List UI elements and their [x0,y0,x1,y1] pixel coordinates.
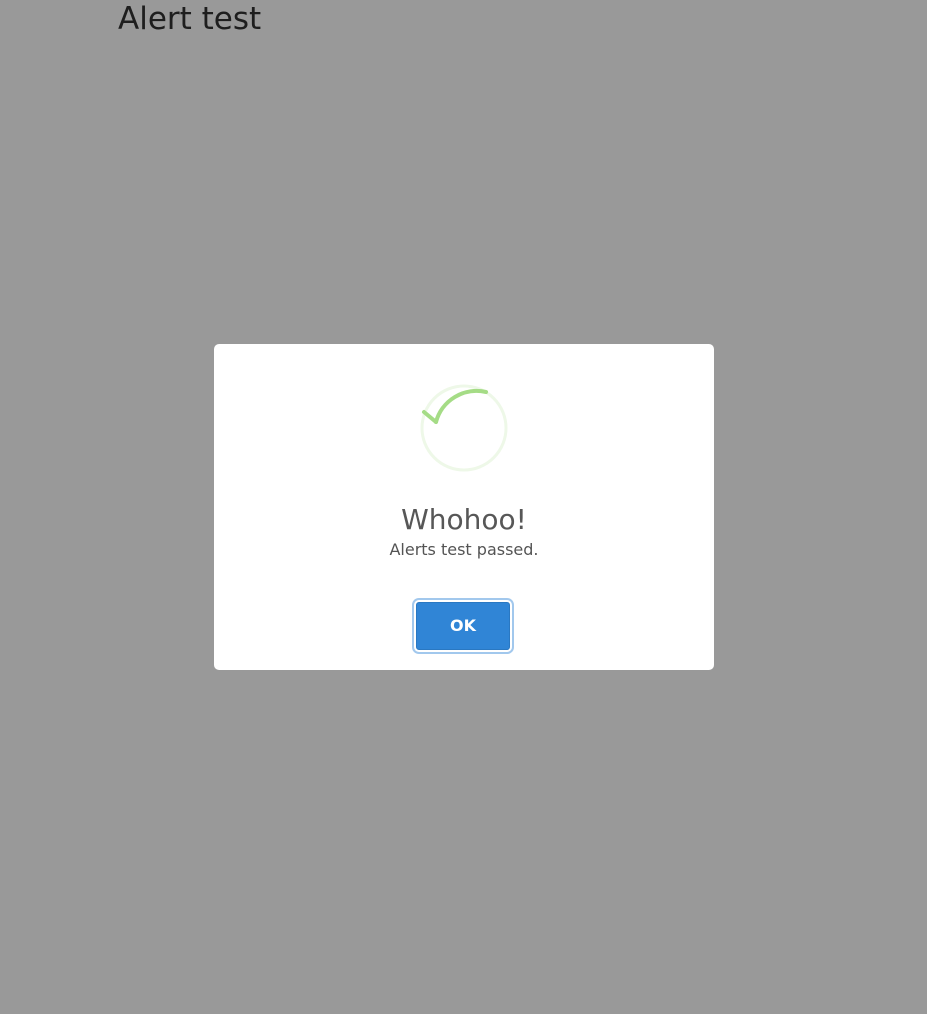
alert-title: Whohoo! [401,503,527,536]
alert-dialog: Whohoo! Alerts test passed. OK [214,344,714,670]
alert-message: Alerts test passed. [389,540,539,559]
ok-button[interactable]: OK [416,602,510,650]
success-spinner-icon [420,384,508,472]
